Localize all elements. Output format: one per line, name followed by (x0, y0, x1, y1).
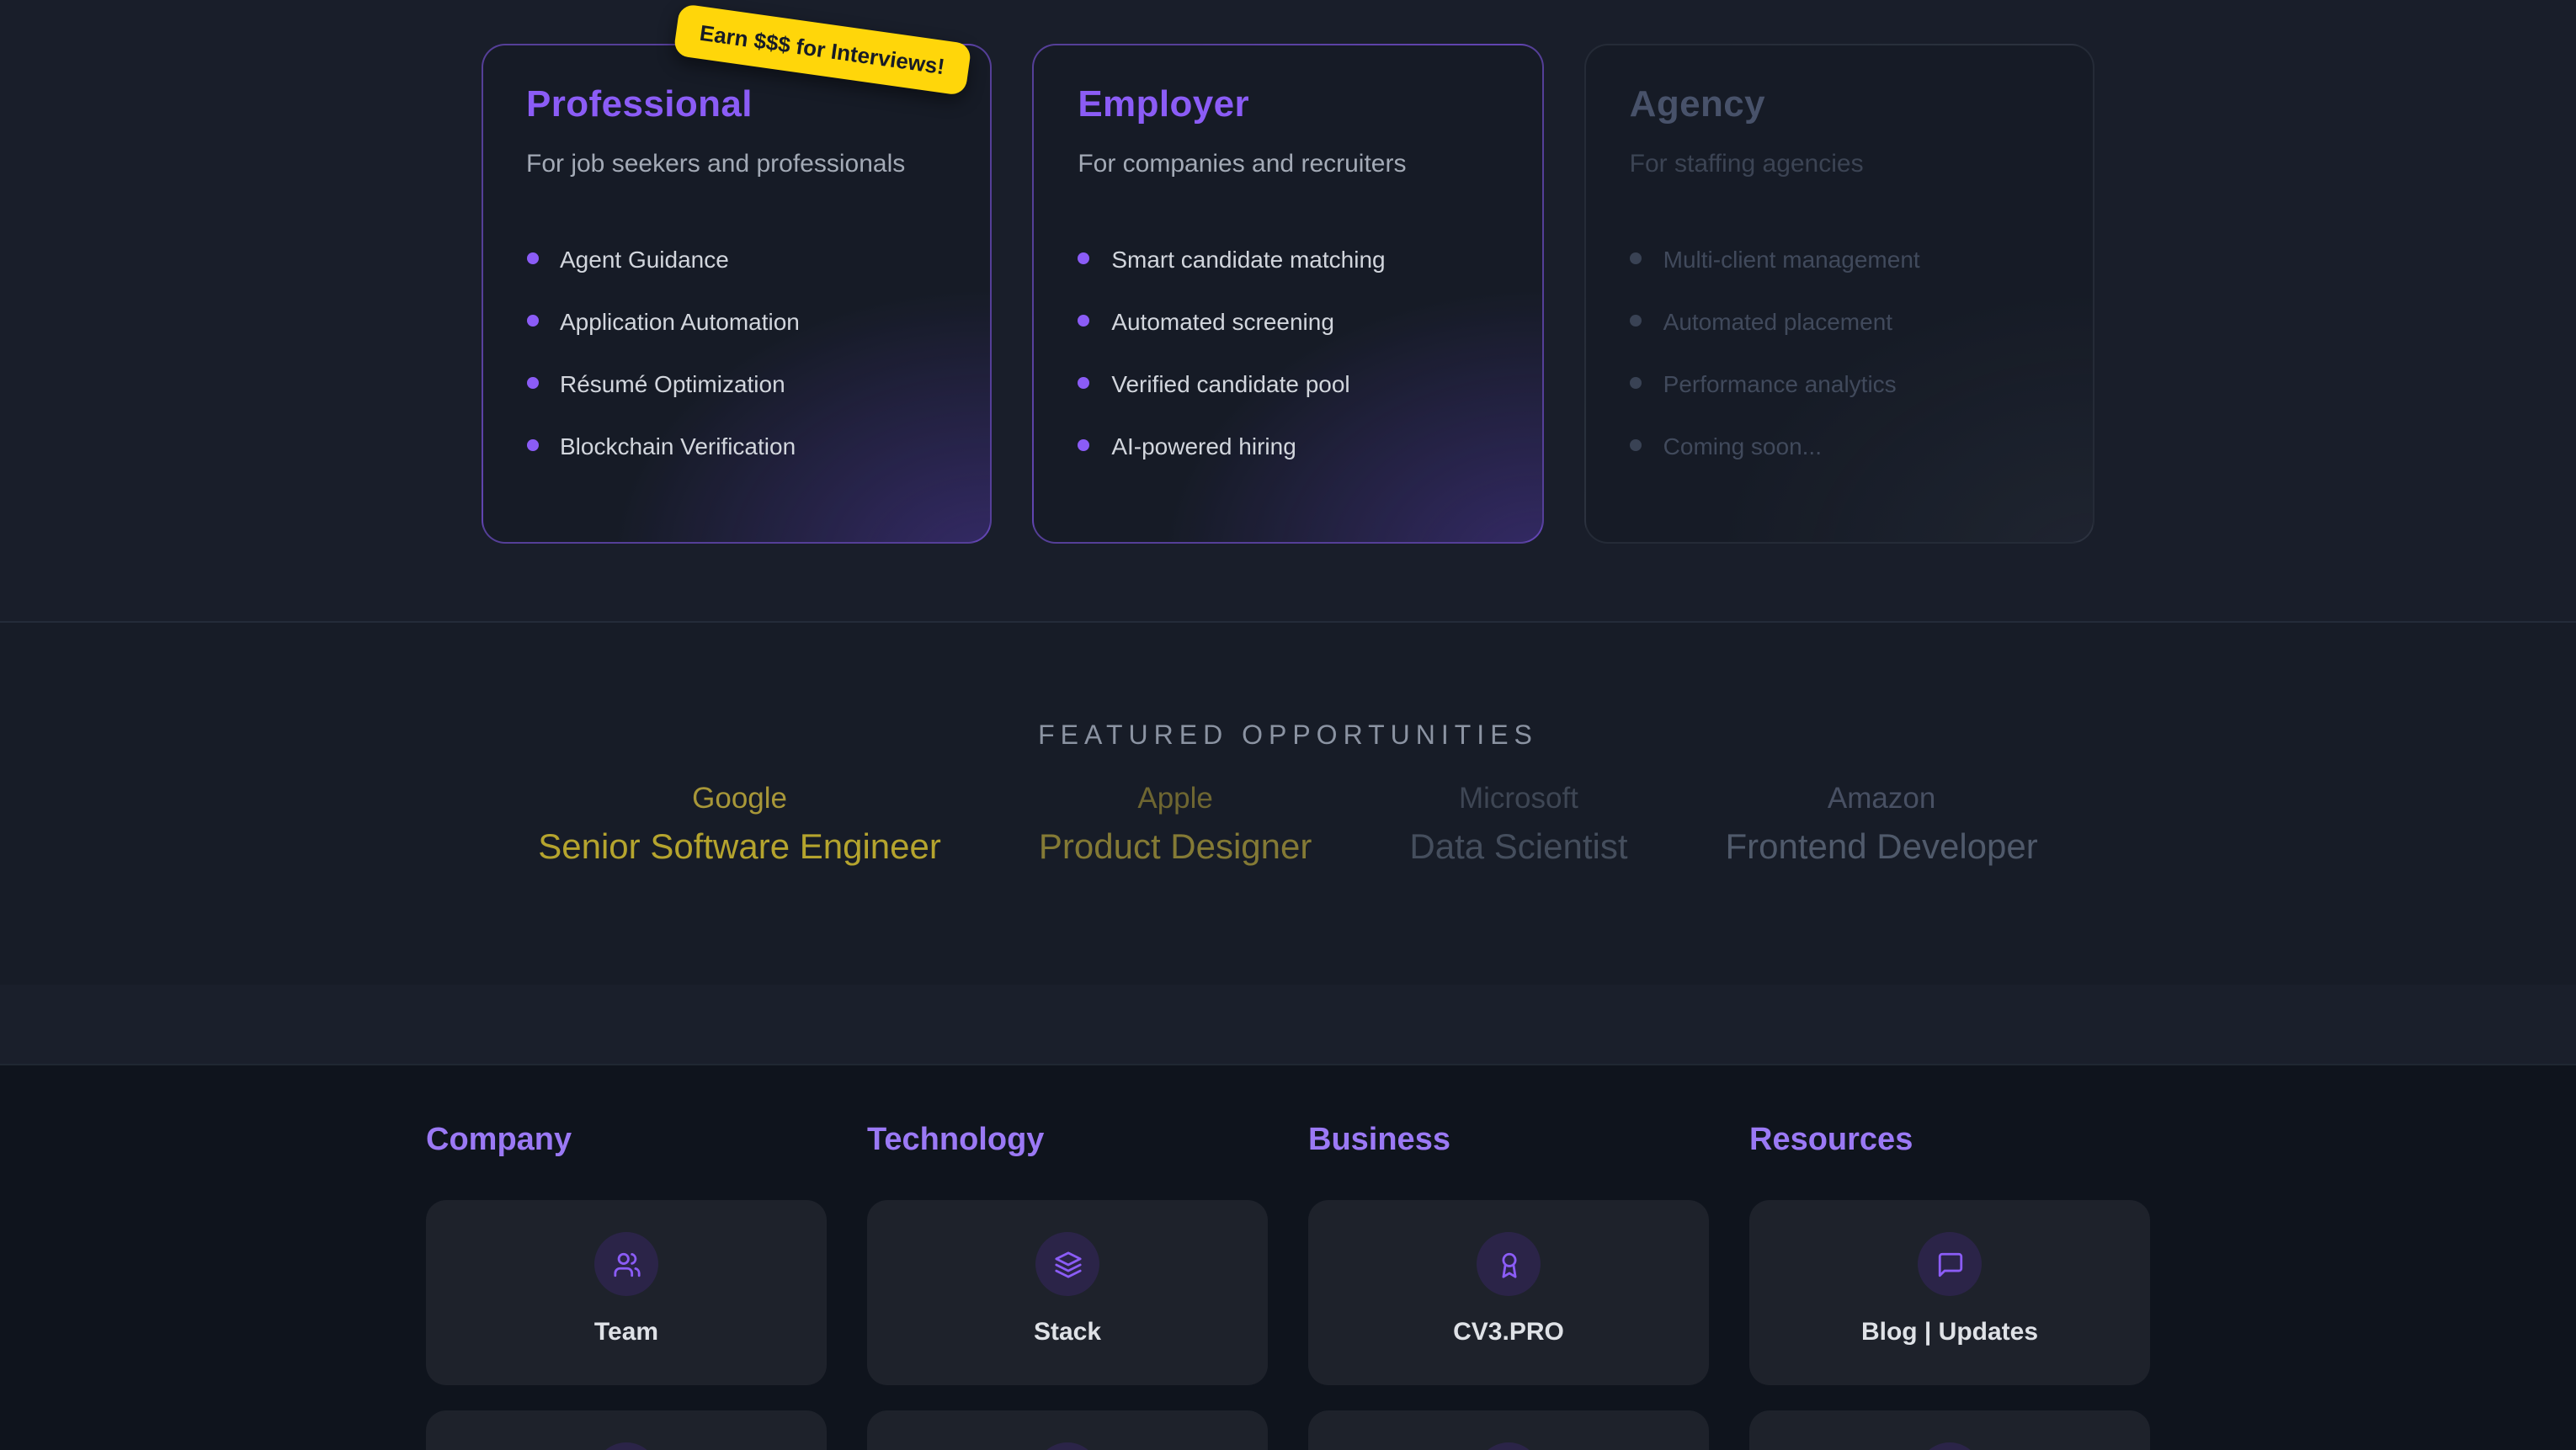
job-title: Product Designer (1039, 828, 1312, 868)
footer-column-business: Business CV3.PRO (1308, 1123, 1709, 1450)
bullet-dot-icon (526, 252, 538, 264)
page: Earn $$$ for Interviews! Professional Fo… (0, 0, 2576, 1450)
featured-jobs-row: Google Senior Software Engineer Apple Pr… (0, 781, 2576, 868)
plan-feature: AI-powered hiring (1078, 414, 1498, 476)
footer-column-technology: Technology Stack (867, 1123, 1268, 1450)
footer-link-card-stack[interactable]: Stack (867, 1200, 1268, 1385)
plan-title: Agency (1630, 82, 2050, 126)
job-title: Data Scientist (1409, 828, 1627, 868)
footer-heading: Technology (867, 1123, 1268, 1160)
plan-feature-list: Smart candidate matching Automated scree… (1078, 227, 1498, 476)
job-title: Frontend Developer (1726, 828, 2038, 868)
featured-opportunities-heading: FEATURED OPPORTUNITIES (0, 722, 2576, 752)
footer-link-card-partial[interactable] (867, 1410, 1268, 1450)
plan-feature: Multi-client management (1630, 227, 2050, 289)
plan-feature: Performance analytics (1630, 352, 2050, 414)
job-title: Senior Software Engineer (538, 828, 941, 868)
featured-job-microsoft[interactable]: Microsoft Data Scientist (1409, 781, 1627, 868)
plan-feature: Automated placement (1630, 289, 2050, 352)
users-icon (594, 1232, 658, 1296)
job-company: Amazon (1726, 781, 2038, 816)
bullet-dot-icon (526, 439, 538, 451)
plan-feature: Blockchain Verification (526, 414, 946, 476)
plans-section: Earn $$$ for Interviews! Professional Fo… (0, 0, 2576, 623)
message-square-icon (1918, 1232, 1982, 1296)
featured-job-google[interactable]: Google Senior Software Engineer (538, 781, 941, 868)
bullet-dot-icon (1630, 439, 1642, 451)
footer-column-company: Company Team (426, 1123, 827, 1450)
job-company: Google (538, 781, 941, 816)
plan-feature: Automated screening (1078, 289, 1498, 352)
featured-job-apple[interactable]: Apple Product Designer (1039, 781, 1312, 868)
plan-feature: Verified candidate pool (1078, 352, 1498, 414)
job-company: Microsoft (1409, 781, 1627, 816)
plan-description: For job seekers and professionals (526, 150, 946, 178)
featured-job-amazon[interactable]: Amazon Frontend Developer (1726, 781, 2038, 868)
plan-card-professional[interactable]: Earn $$$ for Interviews! Professional Fo… (481, 44, 992, 544)
plan-title: Professional (526, 82, 946, 126)
plan-feature: Smart candidate matching (1078, 227, 1498, 289)
plan-feature: Agent Guidance (526, 227, 946, 289)
footer-link-label: Blog | Updates (1861, 1318, 2038, 1346)
bullet-dot-icon (1630, 252, 1642, 264)
plan-feature-list: Agent Guidance Application Automation Ré… (526, 227, 946, 476)
footer-link-label: CV3.PRO (1453, 1318, 1564, 1346)
footer-heading: Business (1308, 1123, 1709, 1160)
plan-feature: Coming soon... (1630, 414, 2050, 476)
footer-link-card-blog[interactable]: Blog | Updates (1749, 1200, 2150, 1385)
footer-link-card-team[interactable]: Team (426, 1200, 827, 1385)
plans-grid: Earn $$$ for Interviews! Professional Fo… (481, 44, 2095, 544)
hidden-icon (594, 1442, 658, 1450)
footer-heading: Company (426, 1123, 827, 1160)
layers-icon (1035, 1232, 1099, 1296)
bullet-dot-icon (1078, 377, 1089, 389)
bullet-dot-icon (1078, 315, 1089, 327)
plan-description: For companies and recruiters (1078, 150, 1498, 178)
footer: Company Team Technology Stack (0, 1065, 2576, 1450)
plan-feature-list: Multi-client management Automated placem… (1630, 227, 2050, 476)
hidden-icon (1035, 1442, 1099, 1450)
bullet-dot-icon (526, 377, 538, 389)
plan-title: Employer (1078, 82, 1498, 126)
footer-link-card-cv3pro[interactable]: CV3.PRO (1308, 1200, 1709, 1385)
footer-heading: Resources (1749, 1123, 2150, 1160)
bullet-dot-icon (1630, 315, 1642, 327)
footer-grid: Company Team Technology Stack (426, 1123, 2150, 1450)
bullet-dot-icon (526, 315, 538, 327)
hidden-icon (1918, 1442, 1982, 1450)
hidden-icon (1477, 1442, 1541, 1450)
footer-column-resources: Resources Blog | Updates (1749, 1123, 2150, 1450)
plan-card-agency: Agency For staffing agencies Multi-clien… (1584, 44, 2095, 544)
footer-link-card-partial[interactable] (1308, 1410, 1709, 1450)
bullet-dot-icon (1078, 252, 1089, 264)
footer-link-card-partial[interactable] (1749, 1410, 2150, 1450)
spacer-band (0, 985, 2576, 1065)
plan-description: For staffing agencies (1630, 150, 2050, 178)
footer-link-label: Stack (1034, 1318, 1101, 1346)
featured-opportunities-section: FEATURED OPPORTUNITIES Google Senior Sof… (0, 623, 2576, 985)
plan-card-employer[interactable]: Employer For companies and recruiters Sm… (1032, 44, 1543, 544)
job-company: Apple (1039, 781, 1312, 816)
award-icon (1477, 1232, 1541, 1296)
footer-link-card-partial[interactable] (426, 1410, 827, 1450)
footer-link-label: Team (594, 1318, 658, 1346)
plan-feature: Résumé Optimization (526, 352, 946, 414)
bullet-dot-icon (1078, 439, 1089, 451)
bullet-dot-icon (1630, 377, 1642, 389)
plan-feature: Application Automation (526, 289, 946, 352)
